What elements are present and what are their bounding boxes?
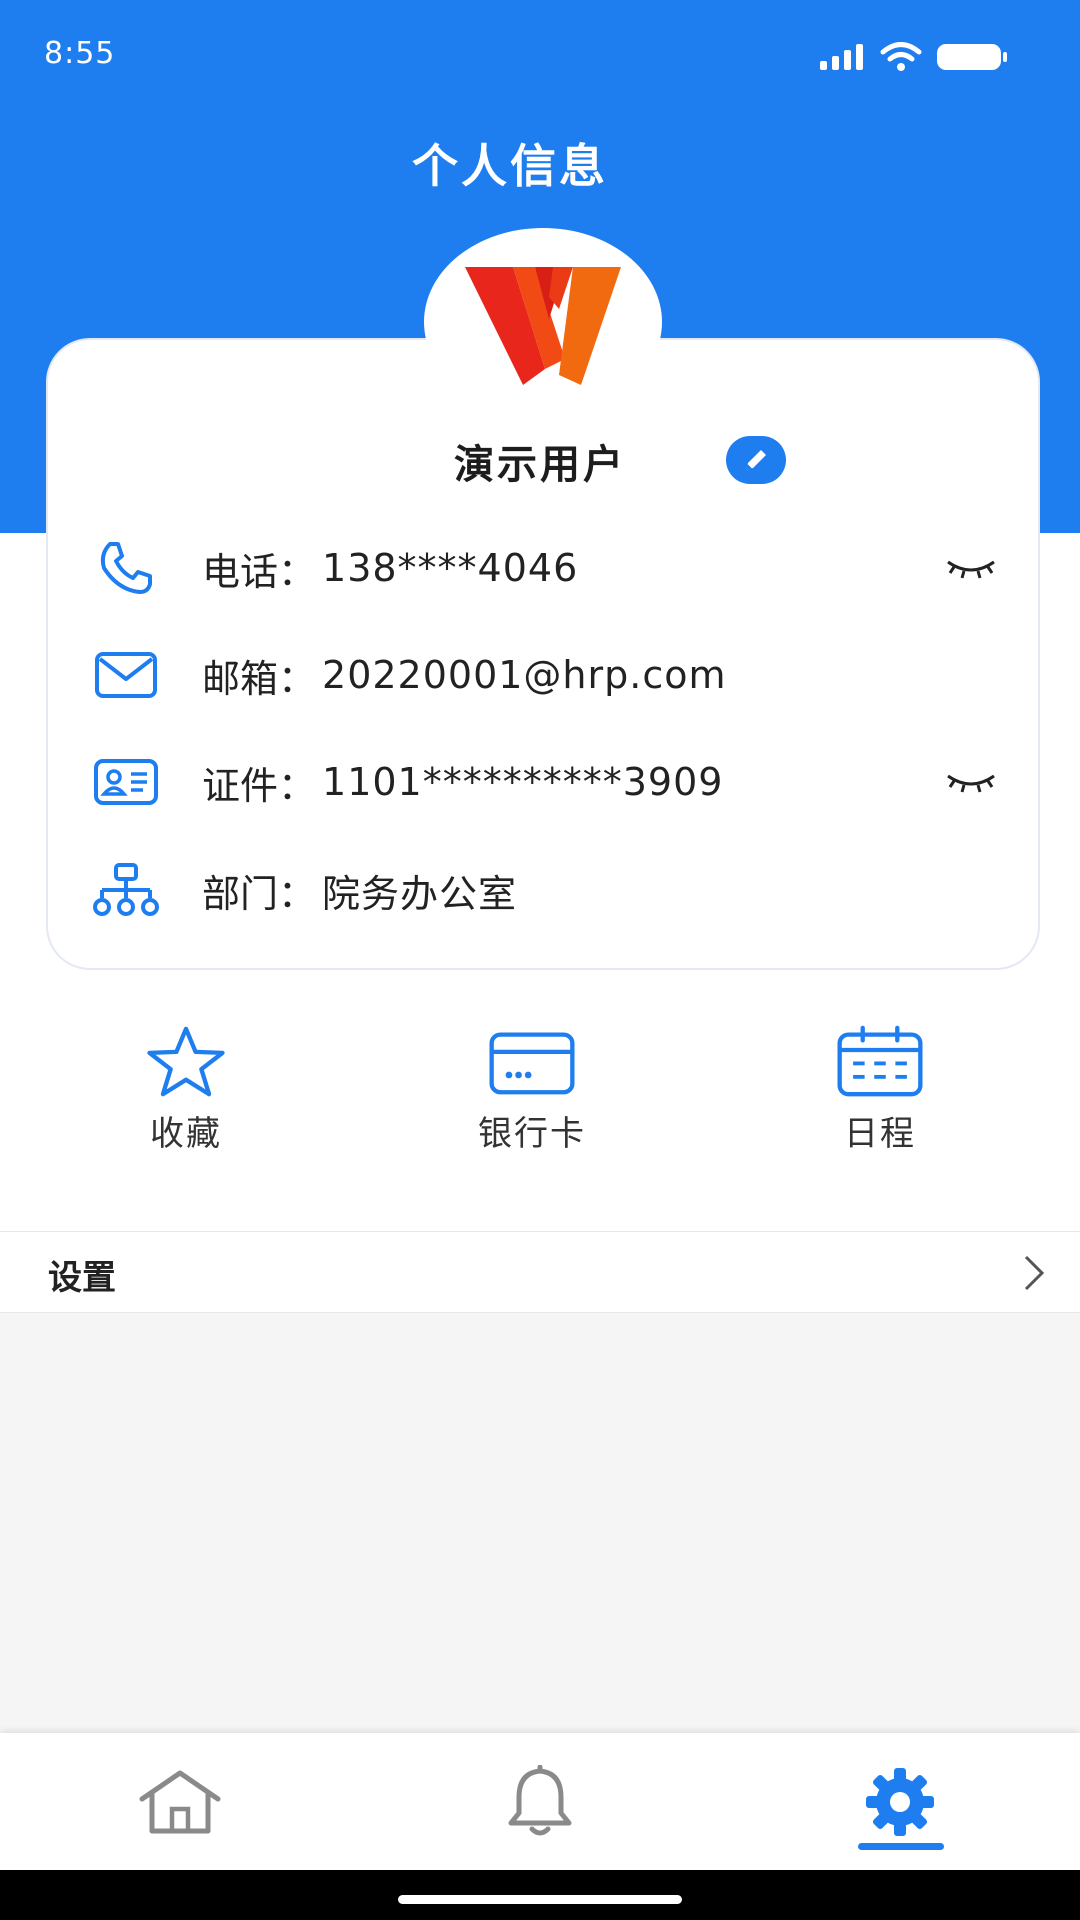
phone-value: 138****4046 xyxy=(322,546,579,590)
tab-notifications[interactable] xyxy=(450,1733,630,1870)
settings-row[interactable]: 设置 xyxy=(0,1231,1080,1313)
gear-icon xyxy=(866,1767,934,1836)
avatar[interactable] xyxy=(424,228,662,416)
id-row: 证件： 1101**********3909 xyxy=(92,742,1012,822)
status-icons xyxy=(820,40,1008,74)
status-time: 8:55 xyxy=(44,36,116,71)
tab-home[interactable] xyxy=(90,1733,270,1870)
favorites-button[interactable]: 收藏 xyxy=(86,1025,286,1155)
pencil-icon xyxy=(746,450,766,470)
wps-logo-icon xyxy=(465,267,621,385)
edit-profile-button[interactable] xyxy=(726,436,786,484)
department-row: 部门： 院务办公室 xyxy=(92,850,1012,930)
chevron-right-icon xyxy=(1024,1255,1045,1291)
mail-icon xyxy=(92,641,160,709)
eye-closed-icon[interactable] xyxy=(944,554,998,584)
wifi-icon xyxy=(880,42,922,71)
email-label: 邮箱： xyxy=(202,656,317,701)
phone-icon xyxy=(92,534,160,602)
schedule-label: 日程 xyxy=(844,1114,916,1154)
org-chart-icon xyxy=(92,856,160,924)
department-value: 院务办公室 xyxy=(322,871,518,916)
star-icon xyxy=(147,1026,225,1097)
favorites-label: 收藏 xyxy=(150,1114,222,1154)
id-value: 1101**********3909 xyxy=(322,760,724,804)
bank-card-label: 银行卡 xyxy=(478,1114,586,1154)
user-name: 演示用户 xyxy=(454,442,626,488)
id-card-icon xyxy=(92,748,160,816)
schedule-button[interactable]: 日程 xyxy=(780,1025,980,1155)
eye-closed-icon[interactable] xyxy=(944,768,998,798)
bank-card-icon xyxy=(489,1032,575,1095)
battery-icon xyxy=(937,44,1007,70)
status-bar: 8:55 xyxy=(0,0,1080,110)
bank-card-button[interactable]: 银行卡 xyxy=(432,1025,632,1155)
phone-label: 电话： xyxy=(202,549,317,594)
department-label: 部门： xyxy=(202,871,317,916)
home-icon xyxy=(139,1770,221,1833)
active-tab-indicator xyxy=(858,1843,944,1850)
bell-icon xyxy=(508,1764,572,1835)
settings-label: 设置 xyxy=(48,1258,116,1298)
id-label: 证件： xyxy=(202,763,317,808)
email-value: 20220001@hrp.com xyxy=(322,653,727,697)
page-title: 个人信息 xyxy=(412,139,608,193)
home-indicator[interactable] xyxy=(398,1895,682,1904)
signal-icon xyxy=(820,44,863,70)
email-row: 邮箱： 20220001@hrp.com xyxy=(92,635,1012,715)
phone-row: 电话： 138****4046 xyxy=(92,528,1012,608)
calendar-icon xyxy=(837,1025,923,1097)
